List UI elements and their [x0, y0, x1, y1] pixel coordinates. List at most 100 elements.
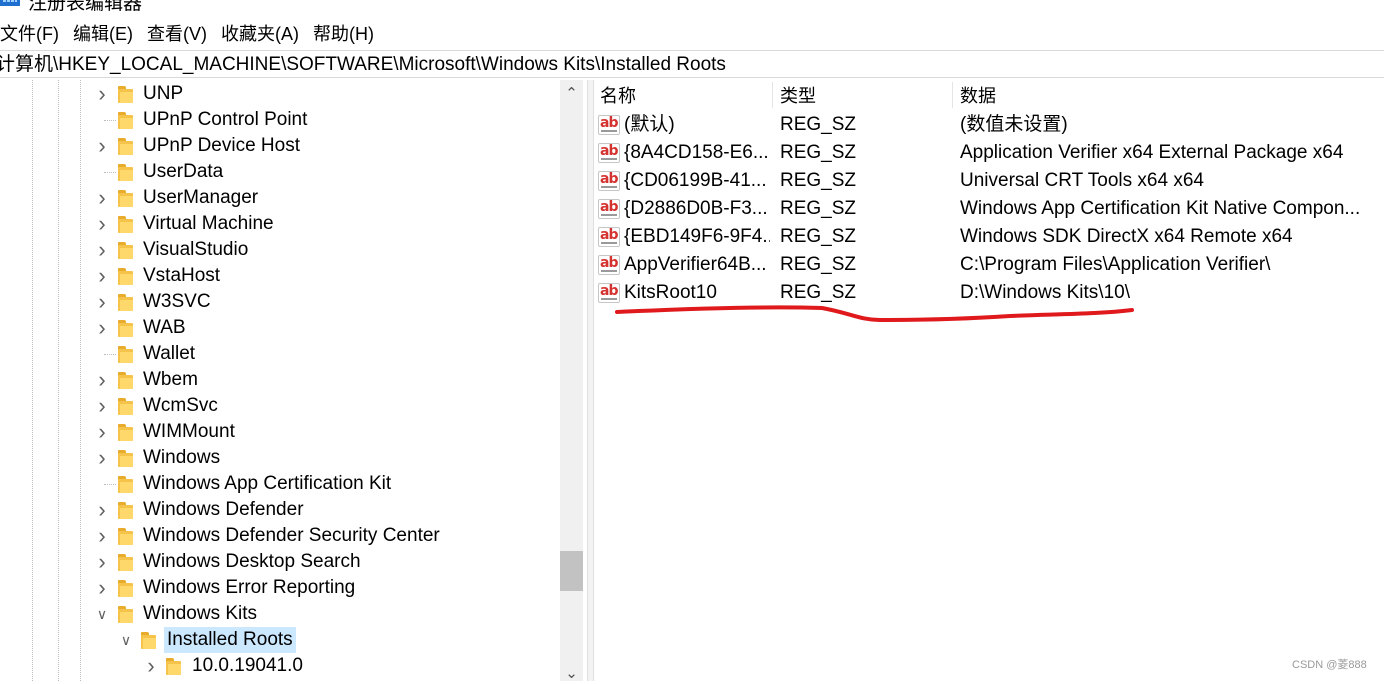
tree-item[interactable]: › WIMMount — [0, 419, 560, 445]
tree-item[interactable]: › Windows — [0, 445, 560, 471]
string-value-icon: ab — [598, 171, 620, 191]
tree-item-label[interactable]: Virtual Machine — [140, 211, 277, 237]
tree-item[interactable]: › 10.0.19041.0 — [0, 653, 560, 679]
tree-item[interactable]: › WcmSvc — [0, 393, 560, 419]
column-divider[interactable] — [772, 82, 773, 108]
title-bar: 注册表编辑器 — [0, 0, 1384, 14]
tree-item[interactable]: › Virtual Machine — [0, 211, 560, 237]
menu-view[interactable]: 查看(V) — [147, 20, 207, 48]
address-bar[interactable]: 计算机\HKEY_LOCAL_MACHINE\SOFTWARE\Microsof… — [0, 50, 1384, 78]
tree-item[interactable]: UserData — [0, 159, 560, 185]
address-path[interactable]: 计算机\HKEY_LOCAL_MACHINE\SOFTWARE\Microsof… — [0, 51, 726, 78]
tree-item-label[interactable]: VisualStudio — [140, 237, 251, 263]
tree-item-label[interactable]: UserManager — [140, 185, 261, 211]
menu-favorites[interactable]: 收藏夹(A) — [221, 20, 299, 48]
chevron-right-icon[interactable]: › — [94, 367, 110, 393]
value-name: AppVerifier64B... — [624, 254, 767, 275]
tree-item-label[interactable]: 10.0.19041.0 — [189, 653, 306, 679]
value-list[interactable]: 名称 类型 数据 ab (默认) REG_SZ (数值未设置) ab {8A4CD158-… — [593, 80, 1384, 681]
folder-icon — [118, 580, 133, 597]
key-tree[interactable]: › UNP UPnP Control Point › UPnP Device Host U… — [0, 80, 588, 681]
tree-item-label[interactable]: Windows — [140, 445, 223, 471]
tree-item-label[interactable]: Wbem — [140, 367, 201, 393]
tree-item[interactable]: › Windows Error Reporting — [0, 575, 560, 601]
column-header-name[interactable]: 名称 — [600, 84, 636, 108]
tree-item[interactable]: › UPnP Device Host — [0, 133, 560, 159]
chevron-right-icon[interactable]: › — [94, 523, 110, 549]
tree-item[interactable]: Windows App Certification Kit — [0, 471, 560, 497]
value-type: REG_SZ — [780, 282, 857, 303]
menu-file[interactable]: 文件(F) — [0, 20, 59, 48]
chevron-right-icon[interactable]: › — [94, 393, 110, 419]
column-header-data[interactable]: 数据 — [960, 84, 996, 108]
chevron-right-icon[interactable]: › — [94, 211, 110, 237]
scroll-thumb[interactable] — [560, 551, 583, 591]
tree-item[interactable]: › VstaHost — [0, 263, 560, 289]
chevron-right-icon[interactable]: › — [94, 419, 110, 445]
tree-item[interactable]: › WAB — [0, 315, 560, 341]
string-value-icon: ab — [598, 143, 620, 163]
tree-item-label[interactable]: WcmSvc — [140, 393, 221, 419]
menu-help[interactable]: 帮助(H) — [313, 20, 374, 48]
tree-item-label[interactable]: WAB — [140, 315, 189, 341]
value-row[interactable]: ab {CD06199B-41... REG_SZ Universal CRT Too… — [593, 167, 1384, 195]
tree-item[interactable]: › UNP — [0, 81, 560, 107]
column-divider[interactable] — [952, 82, 953, 108]
tree-item-label[interactable]: UPnP Control Point — [140, 107, 310, 133]
folder-icon — [118, 450, 133, 467]
chevron-right-icon[interactable]: › — [94, 133, 110, 159]
column-header-type[interactable]: 类型 — [780, 84, 816, 108]
value-row[interactable]: ab {D2886D0B-F3... REG_SZ Windows App Certi… — [593, 195, 1384, 223]
chevron-right-icon[interactable]: › — [143, 653, 159, 679]
tree-item[interactable]: ∨ Windows Kits — [0, 601, 560, 627]
value-row[interactable]: ab (默认) REG_SZ (数值未设置) — [593, 111, 1384, 139]
value-row[interactable]: ab KitsRoot10 REG_SZ D:\Windows Kits\10\ — [593, 279, 1384, 307]
tree-item[interactable]: › Wbem — [0, 367, 560, 393]
tree-scrollbar[interactable]: ⌃ ⌄ — [560, 80, 583, 684]
value-data: Universal CRT Tools x64 x64 — [960, 170, 1204, 191]
tree-item[interactable]: UPnP Control Point — [0, 107, 560, 133]
tree-item[interactable]: › UserManager — [0, 185, 560, 211]
scroll-down-arrow-icon[interactable]: ⌄ — [560, 664, 583, 684]
tree-item[interactable]: › Windows Defender Security Center — [0, 523, 560, 549]
tree-item-label[interactable]: WIMMount — [140, 419, 238, 445]
chevron-right-icon[interactable]: › — [94, 575, 110, 601]
tree-item-label[interactable]: Windows Defender — [140, 497, 307, 523]
tree-item-label[interactable]: Windows Error Reporting — [140, 575, 358, 601]
tree-item[interactable]: Wallet — [0, 341, 560, 367]
value-name: {CD06199B-41... — [624, 170, 767, 191]
chevron-right-icon[interactable]: › — [94, 289, 110, 315]
menu-edit[interactable]: 编辑(E) — [73, 20, 133, 48]
tree-item[interactable]: › Windows Defender — [0, 497, 560, 523]
tree-item-label[interactable]: Wallet — [140, 341, 198, 367]
tree-item-label[interactable]: W3SVC — [140, 289, 214, 315]
tree-item-label[interactable]: UserData — [140, 159, 226, 185]
tree-item-label[interactable]: VstaHost — [140, 263, 223, 289]
chevron-right-icon[interactable]: › — [94, 549, 110, 575]
value-row[interactable]: ab AppVerifier64B... REG_SZ C:\Program File… — [593, 251, 1384, 279]
chevron-down-icon[interactable]: ∨ — [118, 627, 134, 653]
chevron-down-icon[interactable]: ∨ — [94, 601, 110, 627]
value-row[interactable]: ab {8A4CD158-E6... REG_SZ Application Verif… — [593, 139, 1384, 167]
tree-item[interactable]: › VisualStudio — [0, 237, 560, 263]
chevron-right-icon[interactable]: › — [94, 237, 110, 263]
tree-item-label[interactable]: Installed Roots — [164, 627, 296, 653]
tree-item-label[interactable]: UPnP Device Host — [140, 133, 303, 159]
tree-item-label[interactable]: Windows App Certification Kit — [140, 471, 394, 497]
chevron-right-icon[interactable]: › — [94, 497, 110, 523]
chevron-right-icon[interactable]: › — [94, 81, 110, 107]
chevron-right-icon[interactable]: › — [94, 315, 110, 341]
chevron-right-icon[interactable]: › — [94, 263, 110, 289]
chevron-right-icon[interactable]: › — [94, 445, 110, 471]
tree-item-label[interactable]: Windows Kits — [140, 601, 260, 627]
folder-icon — [118, 112, 133, 129]
scroll-up-arrow-icon[interactable]: ⌃ — [560, 84, 583, 104]
tree-item-label[interactable]: Windows Defender Security Center — [140, 523, 443, 549]
tree-item[interactable]: ∨ Installed Roots — [0, 627, 560, 653]
tree-item-label[interactable]: UNP — [140, 81, 186, 107]
chevron-right-icon[interactable]: › — [94, 185, 110, 211]
tree-item[interactable]: › W3SVC — [0, 289, 560, 315]
tree-item[interactable]: › Windows Desktop Search — [0, 549, 560, 575]
value-row[interactable]: ab {EBD149F6-9F4... REG_SZ Windows SDK Dire… — [593, 223, 1384, 251]
tree-item-label[interactable]: Windows Desktop Search — [140, 549, 364, 575]
